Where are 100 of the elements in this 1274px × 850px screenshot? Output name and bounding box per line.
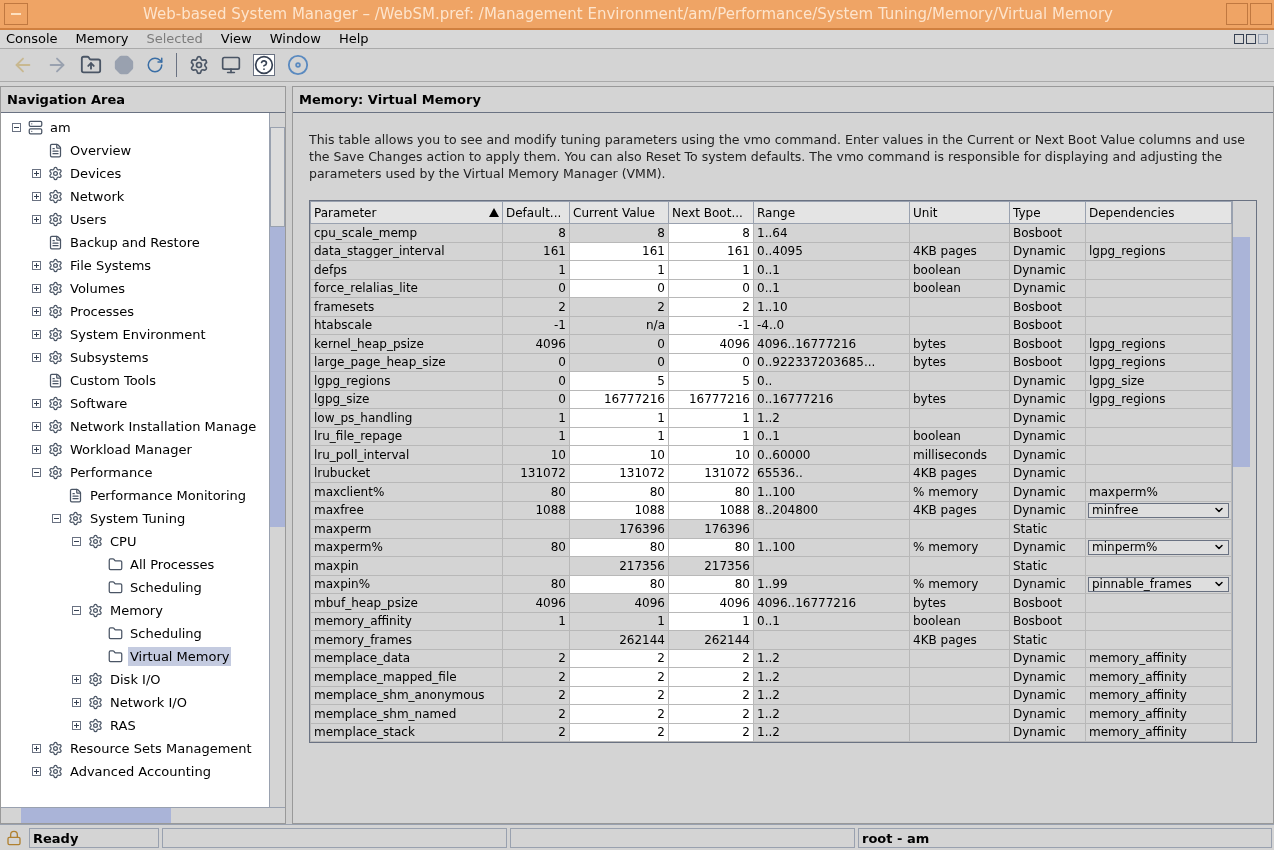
tree-item[interactable]: Backup and Restore (68, 232, 202, 253)
dependency-dropdown[interactable]: pinnable_frames (1088, 576, 1229, 592)
tree-item[interactable]: Performance Monitoring (88, 485, 249, 506)
tree-node-icon (108, 557, 123, 572)
column-header[interactable]: Parameter (310, 201, 503, 224)
up-folder-icon[interactable] (80, 54, 102, 76)
expand-toggle[interactable] (31, 353, 41, 362)
tree-item[interactable]: Software (68, 393, 130, 414)
expand-toggle[interactable] (11, 123, 21, 132)
expand-toggle[interactable] (31, 468, 41, 477)
tree-node-icon (48, 189, 63, 204)
column-header[interactable]: Next Boot... (668, 201, 754, 224)
tree-item[interactable]: Volumes (68, 278, 128, 299)
tree-item[interactable]: Virtual Memory (128, 646, 232, 667)
tree-item[interactable]: Disk I/O (108, 669, 163, 690)
tree-node-icon (88, 534, 103, 549)
window-title: Web-based System Manager – /WebSM.pref: /Management Environment/am/Performance/System Tuning/Memory/Virtual Memory (142, 3, 1114, 25)
column-header[interactable]: Range (753, 201, 910, 224)
tree-node-icon (88, 718, 103, 733)
tree-node-icon (68, 511, 83, 526)
tree-item[interactable]: Workload Manager (68, 439, 194, 460)
expand-toggle[interactable] (31, 422, 41, 431)
expand-toggle[interactable] (31, 330, 41, 339)
tree-node-icon (68, 488, 83, 503)
tree-node-icon (48, 764, 63, 779)
expand-toggle[interactable] (31, 261, 41, 270)
tree-item[interactable]: Advanced Accounting (68, 761, 213, 782)
expand-toggle[interactable] (71, 606, 81, 615)
tree-node-icon (108, 626, 123, 641)
tree-item[interactable]: System Tuning (88, 508, 188, 529)
tree-item[interactable]: Scheduling (128, 577, 204, 598)
window-controls-icon[interactable] (1234, 34, 1268, 44)
tree-node-icon (88, 695, 103, 710)
column-header[interactable]: Default... (502, 201, 570, 224)
menu-item[interactable]: Console (6, 29, 58, 49)
tree-item[interactable]: Network I/O (108, 692, 189, 713)
tree-item[interactable]: Network (68, 186, 127, 207)
expand-toggle[interactable] (71, 698, 81, 707)
monitor-icon[interactable] (221, 55, 241, 75)
expand-toggle[interactable] (31, 284, 41, 293)
tree-node-icon (48, 465, 63, 480)
tree-item[interactable]: System Environment (68, 324, 208, 345)
tree-item[interactable]: Overview (68, 140, 134, 161)
tree-node-icon (88, 603, 103, 618)
window-menu-button[interactable] (4, 3, 28, 25)
expand-toggle[interactable] (71, 721, 81, 730)
tree-item[interactable]: am (48, 117, 73, 138)
tree-item[interactable]: Network Installation Manage (68, 416, 259, 437)
tree-node-icon (48, 281, 63, 296)
tree-item[interactable]: Users (68, 209, 109, 230)
expand-toggle[interactable] (31, 445, 41, 454)
settings-icon[interactable] (189, 55, 209, 75)
expand-toggle[interactable] (31, 169, 41, 178)
expand-toggle[interactable] (31, 767, 41, 776)
tree-item[interactable]: Performance (68, 462, 155, 483)
column-header[interactable]: Unit (909, 201, 1010, 224)
tree-node-icon (28, 120, 43, 135)
tree-item[interactable]: All Processes (128, 554, 217, 575)
tree-node-icon (48, 166, 63, 181)
expand-toggle[interactable] (31, 307, 41, 316)
tree-node-icon (48, 396, 63, 411)
menu-item[interactable]: Memory (75, 29, 129, 49)
dependency-dropdown[interactable]: minfree (1088, 502, 1229, 518)
tree-node-icon (108, 649, 123, 664)
tree-node-icon (48, 212, 63, 227)
menu-item[interactable]: Help (338, 29, 369, 49)
tree-item[interactable]: CPU (108, 531, 139, 552)
expand-toggle[interactable] (71, 675, 81, 684)
panel-header: Navigation Area (1, 87, 285, 113)
tree-item[interactable]: Memory (108, 600, 165, 621)
expand-toggle[interactable] (31, 215, 41, 224)
expand-toggle[interactable] (31, 192, 41, 201)
column-header[interactable]: Current Value (569, 201, 669, 224)
refresh-icon[interactable] (146, 56, 164, 74)
menu-item[interactable]: View (220, 29, 252, 49)
tree-node-icon (48, 304, 63, 319)
expand-toggle[interactable] (31, 744, 41, 753)
tree-item[interactable]: Devices (68, 163, 124, 184)
tree-item[interactable]: RAS (108, 715, 138, 736)
expand-toggle[interactable] (51, 514, 61, 523)
tree-item[interactable]: Resource Sets Management (68, 738, 254, 759)
tree-node-icon (48, 235, 63, 250)
column-header[interactable]: Dependencies (1085, 201, 1232, 224)
tree-item[interactable]: File Systems (68, 255, 154, 276)
expand-toggle[interactable] (31, 399, 41, 408)
tree-item[interactable]: Subsystems (68, 347, 151, 368)
vertical-scrollbar[interactable] (269, 113, 285, 807)
horizontal-scrollbar[interactable] (1, 807, 285, 823)
dependency-dropdown[interactable]: minperm% (1088, 539, 1229, 555)
menu-item[interactable]: Window (269, 29, 321, 49)
tree-item[interactable]: Custom Tools (68, 370, 158, 391)
tree-node-icon (48, 419, 63, 434)
vertical-scrollbar[interactable] (1232, 201, 1250, 742)
column-header[interactable]: Type (1009, 201, 1086, 224)
tree-item[interactable]: Processes (68, 301, 137, 322)
tree-node-icon (48, 350, 63, 365)
tree-item[interactable]: Scheduling (128, 623, 204, 644)
help-icon[interactable] (253, 54, 275, 76)
tree-node-icon (48, 373, 63, 388)
expand-toggle[interactable] (71, 537, 81, 546)
